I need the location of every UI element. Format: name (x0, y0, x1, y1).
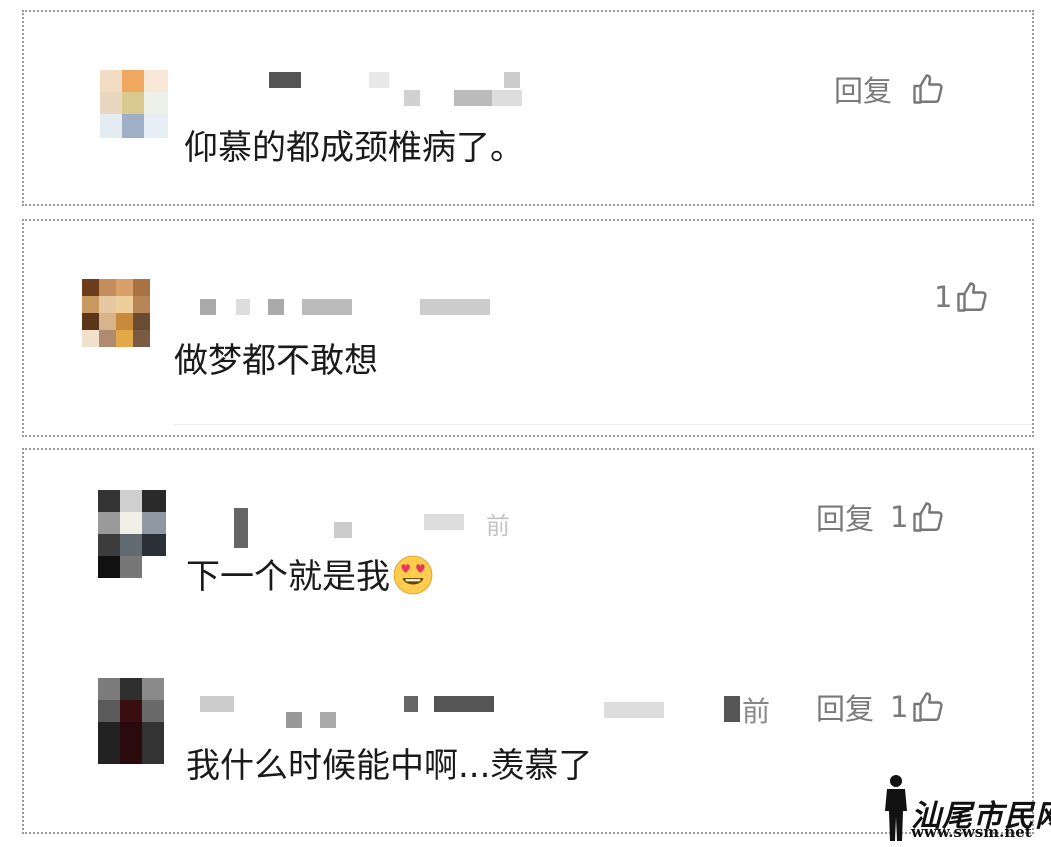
comment-actions: 1 (918, 279, 990, 315)
comment-text: 下一个就是我 (186, 554, 434, 597)
like-button[interactable] (908, 71, 946, 107)
comment-card-1: 仰慕的都成颈椎病了。 回复 (22, 10, 1034, 206)
comment-actions: 回复 (834, 68, 946, 110)
comment-text: 做梦都不敢想 (174, 341, 378, 381)
comment-text: 仰慕的都成颈椎病了。 (184, 128, 524, 168)
like-button[interactable]: 1 (890, 499, 946, 535)
thumbs-up-icon (913, 74, 943, 104)
like-button[interactable]: 1 (934, 279, 990, 315)
comment-actions: 回复 1 (816, 686, 946, 728)
reply-button[interactable]: 回复 (834, 68, 892, 110)
like-count: 1 (890, 690, 909, 724)
time-text: 前 (486, 512, 510, 540)
reply-button[interactable]: 回复 (816, 686, 874, 728)
comment-actions: 回复 1 (816, 496, 946, 538)
avatar[interactable] (98, 678, 164, 764)
like-button[interactable]: 1 (890, 689, 946, 725)
divider (174, 424, 1032, 425)
time-text: 前 (742, 695, 771, 728)
comment-card-2: 做梦都不敢想 1 (22, 219, 1034, 437)
watermark: 汕尾市民网 www.swsm.net (881, 773, 1051, 843)
like-count: 1 (934, 280, 953, 314)
thumbs-up-icon (913, 502, 944, 532)
thumbs-up-icon (913, 692, 944, 722)
comment-text: 我什么时候能中啊...羡慕了 (186, 746, 593, 786)
reply-button[interactable]: 回复 (816, 496, 874, 538)
thumbs-up-icon (957, 282, 988, 312)
avatar[interactable] (100, 70, 168, 138)
comment-text-content: 下一个就是我 (186, 557, 390, 597)
person-silhouette-icon (885, 775, 907, 841)
heart-eyes-emoji-icon (393, 555, 433, 595)
like-count: 1 (890, 500, 909, 534)
avatar[interactable] (82, 279, 150, 347)
avatar[interactable] (98, 490, 166, 578)
watermark-url: www.swsm.net (911, 823, 1032, 841)
